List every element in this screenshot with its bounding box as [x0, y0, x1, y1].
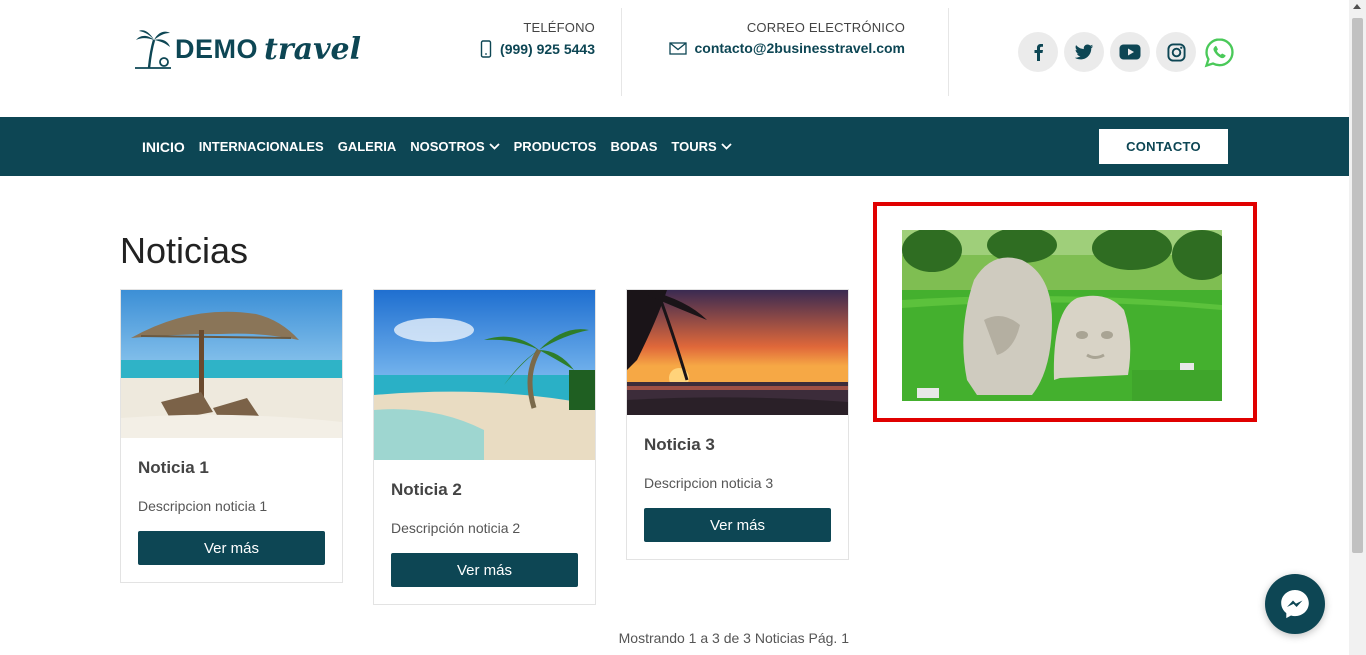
news-title[interactable]: Noticia 1	[138, 458, 325, 478]
ver-mas-button[interactable]: Ver más	[391, 553, 578, 587]
logo-text-travel: travel	[264, 31, 362, 67]
header-divider	[621, 8, 622, 96]
ver-mas-button[interactable]: Ver más	[138, 531, 325, 565]
news-card: Noticia 2 Descripción noticia 2 Ver más	[373, 289, 596, 605]
nav-item-internacionales[interactable]: INTERNACIONALES	[199, 139, 324, 154]
nav-item-inicio[interactable]: INICIO	[142, 139, 185, 155]
news-title[interactable]: Noticia 3	[644, 435, 831, 455]
messenger-icon	[1281, 590, 1309, 619]
news-card: Noticia 1 Descripcion noticia 1 Ver más	[120, 289, 343, 583]
mobile-phone-icon	[480, 40, 492, 58]
email-value-row[interactable]: contacto@2businesstravel.com	[668, 40, 906, 56]
phone-label: TELÉFONO	[523, 20, 595, 35]
ver-mas-button[interactable]: Ver más	[644, 508, 831, 542]
envelope-icon	[668, 41, 687, 55]
news-description: Descripción noticia 2	[391, 520, 521, 536]
site-logo[interactable]: DEMO travel	[133, 28, 361, 70]
page-title: Noticias	[120, 230, 249, 271]
facebook-icon[interactable]	[1018, 32, 1058, 72]
messenger-chat-button[interactable]	[1265, 574, 1325, 634]
chevron-down-icon	[489, 143, 500, 150]
news-image-sunset[interactable]	[627, 290, 848, 415]
news-image-palm-beach[interactable]	[374, 290, 595, 460]
results-summary: Mostrando 1 a 3 de 3 Noticias Pág. 1	[618, 630, 849, 646]
top-header: DEMO travel TELÉFONO (999) 925 5443 CORR…	[0, 0, 1349, 117]
news-title[interactable]: Noticia 2	[391, 480, 578, 500]
contact-button[interactable]: CONTACTO	[1099, 129, 1228, 164]
nav-item-nosotros[interactable]: NOSOTROS	[410, 139, 500, 154]
phone-value[interactable]: (999) 925 5443	[500, 41, 595, 57]
palm-tree-icon	[135, 30, 171, 69]
nav-item-bodas[interactable]: BODAS	[610, 139, 657, 154]
olmec-heads-image[interactable]	[902, 230, 1222, 401]
news-description: Descripcion noticia 1	[138, 498, 268, 514]
nav-item-tours[interactable]: TOURS	[671, 139, 732, 154]
logo-text-demo: DEMO	[175, 33, 258, 64]
email-contact: CORREO ELECTRÓNICO contacto@2businesstra…	[668, 20, 906, 56]
news-image-beach-umbrella[interactable]	[121, 290, 342, 438]
nav-item-galeria[interactable]: GALERIA	[338, 139, 397, 154]
page-scrollbar[interactable]	[1349, 0, 1366, 655]
whatsapp-icon[interactable]	[1202, 32, 1236, 72]
scroll-up-arrow-icon[interactable]	[1353, 4, 1361, 9]
chevron-down-icon	[721, 143, 732, 150]
news-description: Descripcion noticia 3	[644, 475, 774, 491]
news-card: Noticia 3 Descripcion noticia 3 Ver más	[626, 289, 849, 560]
email-value[interactable]: contacto@2businesstravel.com	[695, 40, 906, 56]
email-label: CORREO ELECTRÓNICO	[746, 20, 905, 35]
scrollbar-thumb[interactable]	[1352, 18, 1363, 553]
phone-value-row[interactable]: (999) 925 5443	[480, 40, 595, 58]
nav-item-productos[interactable]: PRODUCTOS	[514, 139, 597, 154]
header-divider	[948, 8, 949, 96]
main-navigation: INICIO INTERNACIONALES GALERIA NOSOTROS …	[0, 117, 1349, 176]
phone-contact: TELÉFONO (999) 925 5443	[480, 20, 595, 58]
social-links	[1018, 32, 1236, 72]
instagram-icon[interactable]	[1156, 32, 1196, 72]
twitter-icon[interactable]	[1064, 32, 1104, 72]
youtube-icon[interactable]	[1110, 32, 1150, 72]
